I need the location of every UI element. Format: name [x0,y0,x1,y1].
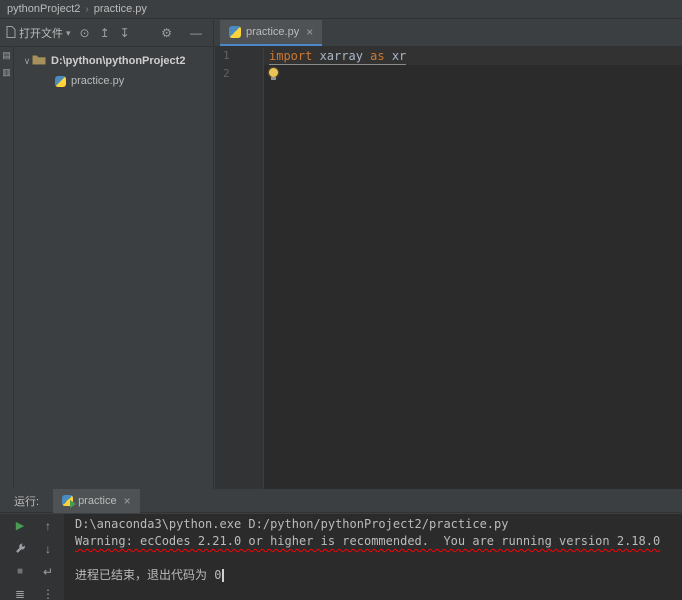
folder-icon [32,54,46,68]
tree-file-label: practice.py [71,75,124,87]
pycharm-window: pythonProject2 › practice.py 打开文件 ▾ ⊙ ↥ … [0,0,682,600]
run-tab-label: practice [78,495,117,507]
scroll-to-end-icon[interactable]: ≣ [12,586,28,600]
tool-window-stripe: ▤ ▥ [0,47,14,489]
keyword-as: as [370,49,384,63]
dropdown-arrow-icon: ▾ [66,29,71,38]
module-name: xarray [312,49,370,63]
run-tab-practice[interactable]: practice × [53,489,140,513]
run-panel-header: 运行: practice × [0,489,682,513]
file-icon [6,26,16,41]
tree-file-row[interactable]: practice.py [14,71,213,91]
down-stack-icon[interactable]: ↓ [40,541,56,557]
collapse-all-icon[interactable]: ↧ [120,27,130,39]
console-line-command: D:\anaconda3\python.exe D:/python/python… [75,516,660,533]
python-file-icon [55,76,66,87]
run-python-icon [62,495,73,506]
breadcrumb-separator-icon: › [85,4,88,15]
open-file-button[interactable]: 打开文件 ▾ [6,25,71,41]
breadcrumb: pythonProject2 › practice.py [0,0,682,19]
editor-tab-strip: practice.py × [214,20,682,46]
console-toolbar: ▶ ↑ ↓ ■ ↵ ≣ ⋮ [0,514,64,600]
run-console: ▶ ↑ ↓ ■ ↵ ≣ ⋮ D:\anaconda3\python.exe D:… [0,514,682,600]
gutter[interactable]: 1 2 [215,47,264,489]
console-line-exit: 进程已结束，退出代码为 0 [75,567,660,584]
run-panel-title: 运行: [14,493,39,509]
structure-tool-icon[interactable]: ▥ [2,68,11,77]
code-area[interactable]: import xarray as xr [269,47,406,65]
project-tree-panel: ∨ D:\python\pythonProject2 practice.py [14,47,214,489]
stop-icon[interactable]: ■ [12,564,28,580]
tab-practice-py[interactable]: practice.py × [220,20,322,46]
chevron-down-icon[interactable]: ∨ [22,56,32,67]
editor-tab-label: practice.py [246,26,299,38]
project-tool-icon[interactable]: ▤ [2,51,11,60]
expand-all-icon[interactable]: ↥ [100,27,110,39]
code-line-1[interactable]: import xarray as xr [269,47,406,65]
console-output: D:\anaconda3\python.exe D:/python/python… [75,516,660,584]
breadcrumb-file[interactable]: practice.py [94,3,147,15]
toolbar-row: 打开文件 ▾ ⊙ ↥ ↧ ⚙ — practice.py × [0,20,682,47]
open-file-label: 打开文件 [19,25,63,41]
locate-file-icon[interactable]: ⊙ [80,27,90,39]
hide-panel-icon[interactable]: — [190,27,202,39]
text-cursor [222,569,224,582]
close-icon[interactable]: × [306,25,313,39]
python-file-icon [229,26,241,38]
line-number[interactable]: 1 [223,47,230,65]
console-line-blank [75,550,660,567]
up-stack-icon[interactable]: ↑ [40,518,56,534]
alias-name: xr [385,49,407,63]
close-icon[interactable]: × [124,494,131,508]
gear-icon[interactable]: ⚙ [161,27,172,39]
more-options-icon[interactable]: ⋮ [40,586,56,600]
console-line-warning: Warning: ecCodes 2.21.0 or higher is rec… [75,533,660,550]
rerun-play-icon[interactable]: ▶ [12,518,28,534]
soft-wrap-icon[interactable]: ↵ [40,564,56,580]
line-number[interactable]: 2 [223,65,230,83]
breadcrumb-project[interactable]: pythonProject2 [7,3,80,15]
wrench-icon[interactable] [12,541,28,557]
exit-message: 进程已结束，退出代码为 0 [75,568,221,582]
editor[interactable]: 1 2 import xarray as xr [215,47,682,489]
lightbulb-icon[interactable] [269,68,278,77]
tree-root-label: D:\python\pythonProject2 [51,55,185,67]
tree-root-row[interactable]: ∨ D:\python\pythonProject2 [14,51,213,71]
project-toolbar: 打开文件 ▾ ⊙ ↥ ↧ ⚙ — [0,20,214,46]
keyword-import: import [269,49,312,63]
